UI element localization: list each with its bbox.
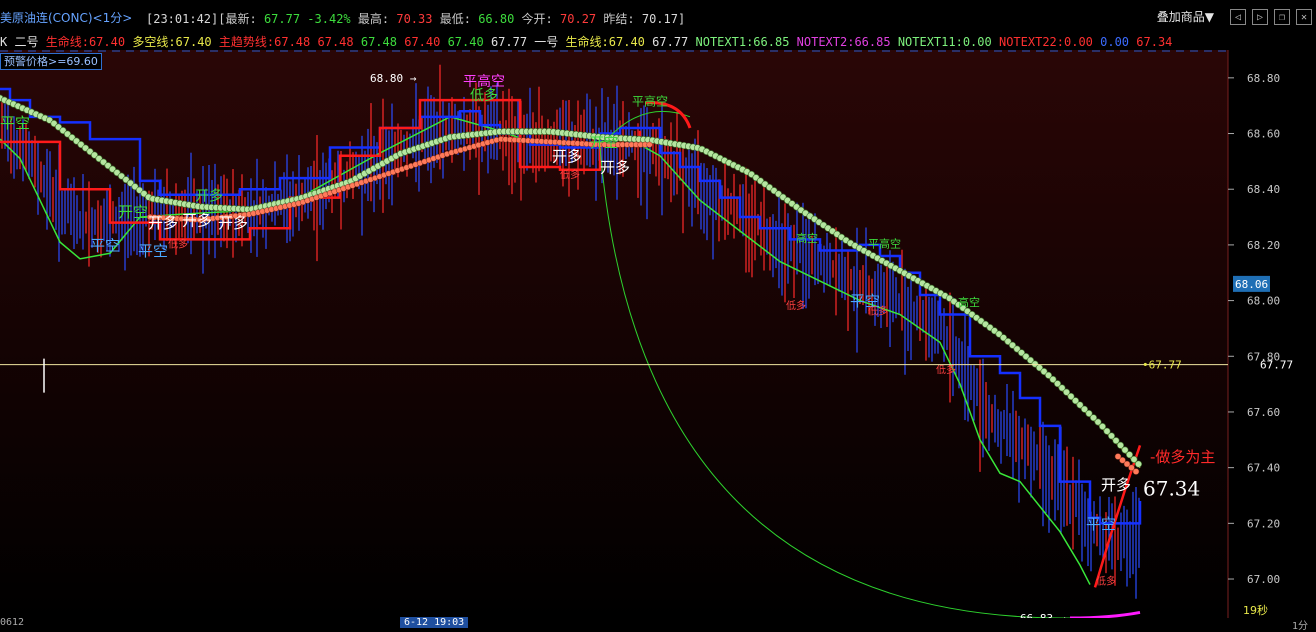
quote-summary: [23:01:42][最新: 67.77 -3.42% 最高: 70.33 最低…	[146, 10, 685, 27]
signal-label: 开多	[195, 187, 223, 204]
low-price: 66.80	[478, 12, 515, 26]
signal-label: 平空	[138, 242, 168, 260]
restore-icon[interactable]: ❐	[1274, 8, 1290, 25]
arrow-right-icon[interactable]: ▷	[1252, 8, 1268, 25]
y-tick-label: 68.20	[1247, 239, 1280, 252]
signal-label: 低多	[168, 238, 188, 251]
overlay-button[interactable]: 叠加商品▼	[1157, 8, 1214, 25]
signal-label: 开多	[148, 214, 178, 232]
crosshair-price-label: 67.77	[1260, 359, 1293, 372]
bead-bull-bear	[1132, 468, 1140, 475]
y-tick-label: 68.80	[1247, 72, 1280, 85]
time-start: 0612	[0, 617, 25, 628]
settle-price: 70.17]	[641, 12, 686, 26]
legend-v4: 67.40	[447, 35, 484, 49]
alert-price-box[interactable]: 预警价格>=69.60	[0, 53, 102, 70]
signal-label: 开多	[218, 214, 248, 232]
legend-k: K	[0, 35, 8, 49]
time-axis: 0612 6-12 19:03 1分	[0, 617, 1316, 632]
legend-v2: 67.48	[360, 35, 397, 49]
legend-v3: 67.40	[404, 35, 441, 49]
bead-bull-bear	[646, 141, 653, 148]
y-tick-label: 67.40	[1247, 462, 1280, 475]
legend-v1: 67.48	[317, 35, 354, 49]
legend-yihao: 一号	[534, 35, 559, 49]
y-tick-label: 67.20	[1247, 517, 1280, 530]
legend-notext2: NOTEXT2:66.85	[796, 35, 891, 49]
current-price-label: 68.06	[1235, 278, 1268, 291]
arrow-left-icon[interactable]: ◁	[1230, 8, 1246, 25]
legend-notext22: NOTEXT22:0.00	[998, 35, 1093, 49]
high-price: 70.33	[396, 12, 433, 26]
signal-label: 开多	[182, 211, 212, 229]
latest-label: [最新:	[218, 12, 257, 26]
toolbar: 叠加商品▼ ◁ ▷ ❐ ✕	[1157, 8, 1312, 25]
price-chart[interactable]: 平空开空开多 开多 开多平空 平空 低多平高空开空开多开多低多平高空开多低多高空 平高空平…	[0, 50, 1316, 618]
change-percent: -3.42%	[307, 12, 351, 26]
legend-main-trend: 主趋势线:67.48	[218, 35, 311, 49]
quote-bar: 美原油连(CONC)<1分> [23:01:42][最新: 67.77 -3.4…	[0, 0, 1316, 30]
y-tick-label: 68.60	[1247, 128, 1280, 141]
last-value-label: 67.34	[1143, 476, 1200, 500]
legend-v5: 67.77	[490, 35, 528, 49]
signal-label: 平空	[0, 114, 30, 132]
instrument-title[interactable]: 美原油连(CONC)<1分>	[0, 9, 132, 26]
signal-label: 开多	[600, 159, 630, 177]
close-icon[interactable]: ✕	[1296, 8, 1312, 25]
y-tick-label: 68.40	[1247, 183, 1280, 196]
signal-label: 高空	[958, 295, 980, 309]
legend-notext11: NOTEXT11:0.00	[897, 35, 992, 49]
signal-label: 开多	[552, 147, 582, 165]
crosshair-inline-label: •67.77	[1142, 359, 1182, 372]
signal-label: 低多	[786, 299, 806, 312]
latest-price: 67.77	[263, 12, 301, 26]
signal-label: 开空	[118, 203, 148, 221]
legend-notext1: NOTEXT1:66.85	[695, 35, 790, 49]
signal-label: 低多	[560, 168, 580, 181]
time-period: 1分	[1291, 621, 1308, 632]
signal-label: 平高空	[868, 237, 901, 251]
bead-life	[1135, 460, 1143, 468]
legend-v6: 67.77	[652, 35, 689, 49]
y-tick-label: 67.00	[1247, 573, 1280, 586]
legend-v8: 67.34	[1136, 35, 1173, 49]
legend-life-line: 生命线:67.40	[45, 35, 126, 49]
signal-label: 低多	[470, 87, 498, 104]
high-label: 最高:	[357, 12, 390, 26]
settle-label: 昨结:	[603, 12, 635, 26]
time-cursor: 6-12 19:03	[400, 617, 469, 628]
max-marker: 68.80 →	[370, 72, 417, 85]
legend-erhao: 二号	[14, 35, 39, 49]
signal-label: 低多	[1096, 575, 1116, 588]
bar-countdown: 19秒	[1243, 604, 1268, 617]
signal-label: 开空	[590, 135, 618, 151]
legend-v7: 0.00	[1100, 35, 1130, 49]
signal-label: 平高空	[632, 94, 668, 109]
low-label: 最低:	[439, 12, 471, 26]
y-tick-label: 67.60	[1247, 406, 1280, 419]
signal-label: 平空	[90, 236, 120, 254]
signal-label: 低多	[868, 305, 888, 318]
strategy-note: -做多为主	[1150, 448, 1215, 466]
legend-life-line-2: 生命线:67.40	[565, 35, 645, 49]
y-tick-label: 68.00	[1247, 295, 1280, 308]
signal-label: 高空	[796, 231, 818, 245]
signal-label: 平空	[1086, 515, 1116, 533]
open-label: 今开:	[521, 12, 553, 26]
quote-time: [23:01:42]	[146, 12, 219, 26]
legend-bull-bear: 多空线:67.40	[132, 35, 212, 49]
indicator-legend: K 二号 生命线:67.40 多空线:67.40 主趋势线:67.48 67.4…	[0, 33, 1316, 49]
signal-label: 开多	[1101, 476, 1131, 494]
open-price: 70.27	[560, 12, 597, 26]
